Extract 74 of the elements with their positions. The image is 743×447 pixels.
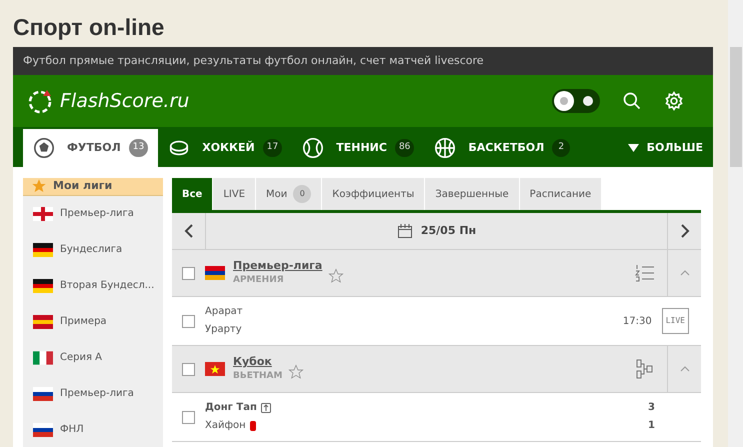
flag-icon: [33, 242, 53, 256]
standings-icon[interactable]: [635, 263, 655, 283]
filter-tab[interactable]: Расписание: [520, 178, 602, 210]
count-badge: 86: [394, 139, 414, 157]
more-button[interactable]: БОЛЬШЕ: [628, 129, 703, 167]
flag-icon: [33, 278, 53, 292]
count-badge: 17: [262, 139, 282, 157]
flag-icon: [33, 206, 53, 220]
country-label: ВЬЕТНАМ: [233, 370, 282, 383]
ball-icon: [33, 137, 55, 159]
league-name-link[interactable]: Премьер-лига: [233, 259, 322, 273]
date-label: 25/05 Пн: [420, 222, 476, 239]
chevron-left-icon: [184, 223, 194, 239]
logo-text: FlashScore.ru: [60, 88, 190, 114]
star-icon[interactable]: [328, 268, 344, 284]
calendar-icon: [396, 223, 413, 239]
sport-tab[interactable]: ФУТБОЛ 13: [23, 129, 158, 167]
league-link[interactable]: Вторая Бундесл...: [23, 268, 163, 304]
sun-icon: [554, 91, 574, 111]
flag-icon: [33, 386, 53, 400]
filter-tab[interactable]: Мои 0: [256, 178, 322, 210]
ball-icon: [434, 137, 456, 159]
score: 1: [648, 419, 655, 433]
league-link[interactable]: Примера: [23, 304, 163, 340]
search-icon[interactable]: [622, 91, 642, 111]
star-icon: [31, 178, 47, 194]
flag-icon: [33, 314, 53, 328]
league-link[interactable]: ФНЛ: [23, 412, 163, 447]
sport-tab[interactable]: БАСКЕТБОЛ 2: [424, 129, 580, 167]
caret-icon: [628, 144, 639, 152]
sport-tab[interactable]: ХОККЕЙ 17: [158, 129, 292, 167]
country-label: АРМЕНИЯ: [233, 274, 285, 287]
flag-icon: [205, 362, 225, 376]
star-icon[interactable]: [288, 364, 304, 380]
match-time: 17:30: [622, 314, 652, 328]
chevron-up-icon: [680, 366, 690, 372]
live-badge[interactable]: LIVE: [662, 308, 689, 334]
flag-icon: [205, 266, 225, 280]
count-badge: 2: [552, 139, 570, 157]
count-badge: 0: [293, 185, 312, 203]
league-link[interactable]: Бундеслига: [23, 232, 163, 268]
logo-icon: [28, 88, 54, 114]
filter-tab[interactable]: Все: [172, 178, 214, 210]
checkbox[interactable]: [182, 410, 195, 424]
page-title: Спорт on-line: [13, 13, 166, 42]
chevron-up-icon: [680, 270, 690, 276]
filter-tab[interactable]: Коэффициенты: [322, 178, 426, 210]
count-badge: 13: [128, 139, 148, 157]
team-name: Хайфон: [205, 419, 246, 433]
my-leagues-header: Мои лиги: [23, 178, 163, 196]
league-link[interactable]: Серия A: [23, 340, 163, 376]
score: 3: [648, 401, 655, 415]
league-link[interactable]: Премьер-лига: [23, 376, 163, 412]
filter-tab[interactable]: Завершенные: [425, 178, 520, 210]
settings-icon[interactable]: [664, 91, 684, 111]
league-name-link[interactable]: Кубок: [233, 355, 282, 369]
banner-bar: Футбол прямые трансляции, результаты футбол онлайн, счет матчей livescore: [13, 47, 713, 75]
filter-tab[interactable]: LIVE: [213, 178, 256, 210]
sport-tab[interactable]: ТЕННИС 86: [292, 129, 424, 167]
theme-toggle[interactable]: [552, 89, 600, 113]
flag-icon: [33, 422, 53, 436]
league-link[interactable]: Премьер-лига: [23, 196, 163, 232]
chevron-right-icon: [680, 223, 690, 239]
flag-icon: [33, 350, 53, 364]
checkbox[interactable]: [182, 266, 195, 280]
team-name: Арарат: [205, 305, 243, 319]
checkbox[interactable]: [182, 362, 195, 376]
team-name: Урарту: [205, 323, 242, 337]
bracket-icon[interactable]: [635, 359, 655, 379]
checkbox[interactable]: [182, 314, 195, 328]
team-name: Донг Тап: [205, 401, 257, 415]
ball-icon: [302, 137, 324, 159]
arrow-up-icon: [260, 403, 271, 413]
penalty-card-icon: [250, 421, 256, 431]
